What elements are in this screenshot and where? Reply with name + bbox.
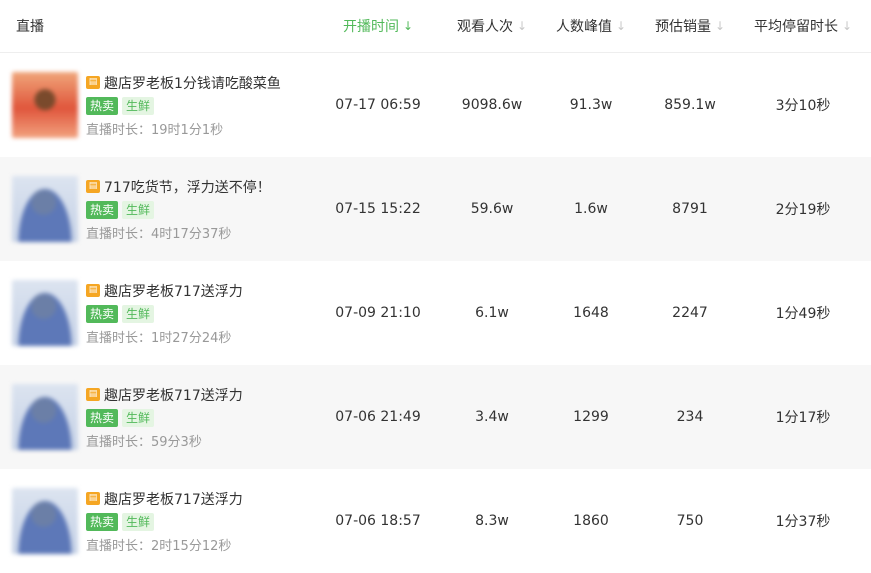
live-info: ▤ 趣店罗老板717送浮力 热卖 生鲜 直播时长：59分3秒 bbox=[0, 384, 309, 450]
live-title[interactable]: 趣店罗老板1分钱请吃酸菜鱼 bbox=[104, 73, 281, 93]
tag-fresh: 生鲜 bbox=[122, 408, 155, 427]
peak-cell: 1648 bbox=[573, 305, 609, 321]
tag-group: 热卖 生鲜 bbox=[86, 200, 271, 219]
header-live-label: 直播 bbox=[16, 19, 44, 35]
header-views-label: 观看人次 bbox=[456, 19, 513, 35]
stream-thumbnail[interactable] bbox=[12, 280, 78, 346]
start-time-cell: 07-06 18:57 bbox=[335, 513, 421, 529]
start-time-cell: 07-15 15:22 bbox=[335, 201, 421, 217]
cart-icon: ▤ bbox=[86, 180, 100, 193]
sort-avg-stay[interactable]: 平均停留时长 ↓ bbox=[735, 0, 871, 52]
cart-icon: ▤ bbox=[86, 492, 100, 505]
live-info: ▤ 趣店罗老板717送浮力 热卖 生鲜 直播时长：2时15分12秒 bbox=[0, 488, 309, 554]
cart-icon: ▤ bbox=[86, 284, 100, 297]
avg-stay-cell: 1分17秒 bbox=[775, 410, 831, 426]
views-cell: 6.1w bbox=[475, 305, 509, 321]
sort-arrow-icon: ↓ bbox=[714, 19, 726, 33]
table-row[interactable]: ▤ 趣店罗老板1分钱请吃酸菜鱼 热卖 生鲜 直播时长：19时1分1秒 07-17 0… bbox=[0, 53, 871, 157]
sort-sales[interactable]: 预估销量 ↓ bbox=[645, 0, 735, 52]
start-time-cell: 07-06 21:49 bbox=[335, 409, 421, 425]
live-text: ▤ 趣店罗老板717送浮力 热卖 生鲜 直播时长：2时15分12秒 bbox=[86, 489, 243, 554]
tag-fresh: 生鲜 bbox=[122, 200, 155, 219]
live-info: ▤ 趣店罗老板717送浮力 热卖 生鲜 直播时长：1时27分24秒 bbox=[0, 280, 309, 346]
table-row[interactable]: ▤ 趣店罗老板717送浮力 热卖 生鲜 直播时长：59分3秒 07-06 21:49… bbox=[0, 365, 871, 469]
live-duration: 直播时长：1时27分24秒 bbox=[86, 330, 232, 346]
live-info: ▤ 717吃货节，浮力送不停！ 热卖 生鲜 直播时长：4时17分37秒 bbox=[0, 176, 309, 242]
table-header: 直播 开播时间 ↓ 观看人次 ↓ 人数峰值 ↓ 预估销量 ↓ 平均停留时长 ↓ bbox=[0, 0, 871, 53]
avg-stay-cell: 3分10秒 bbox=[775, 98, 831, 114]
sort-arrow-icon: ↓ bbox=[402, 19, 414, 33]
sort-peak[interactable]: 人数峰值 ↓ bbox=[537, 0, 645, 52]
live-duration: 直播时长：4时17分37秒 bbox=[86, 226, 232, 242]
peak-cell: 1299 bbox=[573, 409, 609, 425]
live-title-line: ▤ 趣店罗老板717送浮力 bbox=[86, 385, 243, 405]
live-title-line: ▤ 趣店罗老板717送浮力 bbox=[86, 281, 243, 301]
live-title-line: ▤ 趣店罗老板717送浮力 bbox=[86, 489, 243, 509]
live-duration: 直播时长：2时15分12秒 bbox=[86, 538, 232, 554]
peak-cell: 1.6w bbox=[574, 201, 608, 217]
tag-hot: 热卖 bbox=[86, 512, 119, 531]
header-avg-stay-label: 平均停留时长 bbox=[753, 19, 838, 35]
live-duration: 直播时长：59分3秒 bbox=[86, 434, 202, 450]
avg-stay-cell: 2分19秒 bbox=[775, 202, 831, 218]
views-cell: 3.4w bbox=[475, 409, 509, 425]
avg-stay-cell: 1分37秒 bbox=[775, 514, 831, 530]
sales-cell: 234 bbox=[676, 409, 704, 425]
tag-group: 热卖 生鲜 bbox=[86, 512, 243, 531]
cart-icon: ▤ bbox=[86, 76, 100, 89]
views-cell: 8.3w bbox=[475, 513, 509, 529]
tag-group: 热卖 生鲜 bbox=[86, 304, 243, 323]
live-text: ▤ 趣店罗老板717送浮力 热卖 生鲜 直播时长：59分3秒 bbox=[86, 385, 243, 450]
table-row[interactable]: ▤ 717吃货节，浮力送不停！ 热卖 生鲜 直播时长：4时17分37秒 07-15 … bbox=[0, 157, 871, 261]
stream-thumbnail[interactable] bbox=[12, 384, 78, 450]
sort-views[interactable]: 观看人次 ↓ bbox=[447, 0, 537, 52]
tag-fresh: 生鲜 bbox=[122, 512, 155, 531]
live-stream-table: 直播 开播时间 ↓ 观看人次 ↓ 人数峰值 ↓ 预估销量 ↓ 平均停留时长 ↓ ▤ 趣店罗老… bbox=[0, 0, 871, 573]
live-title-line: ▤ 717吃货节，浮力送不停！ bbox=[86, 177, 271, 197]
views-cell: 59.6w bbox=[470, 201, 514, 217]
live-title-line: ▤ 趣店罗老板1分钱请吃酸菜鱼 bbox=[86, 73, 281, 93]
cart-icon: ▤ bbox=[86, 388, 100, 401]
table-row[interactable]: ▤ 趣店罗老板717送浮力 热卖 生鲜 直播时长：2时15分12秒 07-06 18… bbox=[0, 469, 871, 573]
stream-thumbnail[interactable] bbox=[12, 176, 78, 242]
tag-group: 热卖 生鲜 bbox=[86, 408, 243, 427]
sales-cell: 2247 bbox=[672, 305, 708, 321]
peak-cell: 91.3w bbox=[569, 97, 613, 113]
sales-cell: 8791 bbox=[672, 201, 708, 217]
header-start-time-label: 开播时间 bbox=[342, 19, 399, 35]
live-title[interactable]: 717吃货节，浮力送不停！ bbox=[104, 177, 271, 197]
live-title[interactable]: 趣店罗老板717送浮力 bbox=[104, 281, 243, 301]
peak-cell: 1860 bbox=[573, 513, 609, 529]
tag-hot: 热卖 bbox=[86, 408, 119, 427]
live-title[interactable]: 趣店罗老板717送浮力 bbox=[104, 489, 243, 509]
sort-arrow-icon: ↓ bbox=[615, 19, 627, 33]
live-info: ▤ 趣店罗老板1分钱请吃酸菜鱼 热卖 生鲜 直播时长：19时1分1秒 bbox=[0, 72, 309, 138]
sort-arrow-icon: ↓ bbox=[516, 19, 528, 33]
tag-fresh: 生鲜 bbox=[122, 304, 155, 323]
live-duration: 直播时长：19时1分1秒 bbox=[86, 122, 224, 138]
sort-start-time[interactable]: 开播时间 ↓ bbox=[309, 0, 447, 52]
tag-hot: 热卖 bbox=[86, 304, 119, 323]
tag-hot: 热卖 bbox=[86, 96, 119, 115]
tag-hot: 热卖 bbox=[86, 200, 119, 219]
avg-stay-cell: 1分49秒 bbox=[775, 306, 831, 322]
stream-thumbnail[interactable] bbox=[12, 488, 78, 554]
live-text: ▤ 趣店罗老板717送浮力 热卖 生鲜 直播时长：1时27分24秒 bbox=[86, 281, 243, 346]
start-time-cell: 07-17 06:59 bbox=[335, 97, 421, 113]
live-text: ▤ 717吃货节，浮力送不停！ 热卖 生鲜 直播时长：4时17分37秒 bbox=[86, 177, 271, 242]
views-cell: 9098.6w bbox=[461, 97, 523, 113]
table-row[interactable]: ▤ 趣店罗老板717送浮力 热卖 生鲜 直播时长：1时27分24秒 07-09 21… bbox=[0, 261, 871, 365]
tag-fresh: 生鲜 bbox=[122, 96, 155, 115]
live-title[interactable]: 趣店罗老板717送浮力 bbox=[104, 385, 243, 405]
header-peak-label: 人数峰值 bbox=[555, 19, 612, 35]
header-sales-label: 预估销量 bbox=[654, 19, 711, 35]
sort-arrow-icon: ↓ bbox=[841, 19, 853, 33]
sales-cell: 859.1w bbox=[664, 97, 716, 113]
header-live: 直播 bbox=[0, 0, 309, 52]
tag-group: 热卖 生鲜 bbox=[86, 96, 281, 115]
sales-cell: 750 bbox=[676, 513, 704, 529]
live-text: ▤ 趣店罗老板1分钱请吃酸菜鱼 热卖 生鲜 直播时长：19时1分1秒 bbox=[86, 73, 281, 138]
stream-thumbnail[interactable] bbox=[12, 72, 78, 138]
start-time-cell: 07-09 21:10 bbox=[335, 305, 421, 321]
